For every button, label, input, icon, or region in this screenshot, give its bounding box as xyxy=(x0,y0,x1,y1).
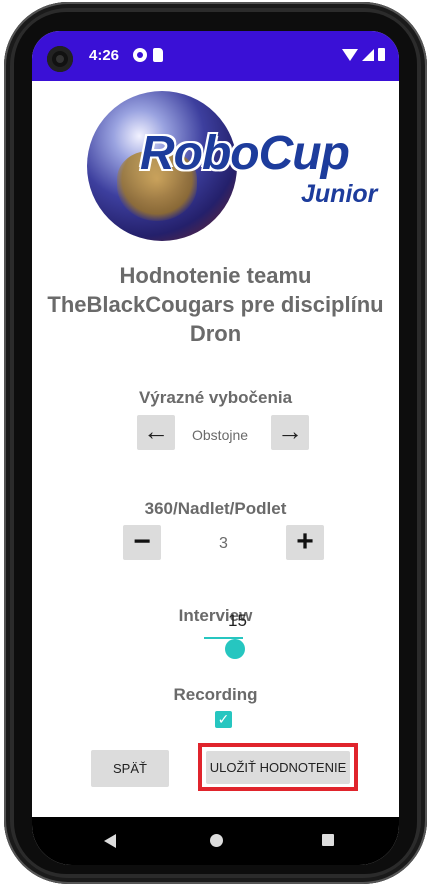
status-bar: 4:26 xyxy=(32,31,399,81)
interview-value: 15 xyxy=(228,611,247,630)
robocup-logo: RoboCup Junior xyxy=(87,91,377,241)
recording-label: Recording xyxy=(173,685,258,704)
recording-checkbox[interactable]: ✓ xyxy=(215,711,232,728)
deviations-next-button[interactable]: → xyxy=(271,415,309,450)
android-nav-bar xyxy=(32,817,399,865)
minus-icon: − xyxy=(133,525,151,558)
status-time: 4:26 xyxy=(89,47,120,64)
deviations-value: Obstojne xyxy=(192,427,249,443)
nav-home-icon[interactable] xyxy=(210,834,223,847)
wifi-icon xyxy=(342,48,358,61)
g-notification-icon xyxy=(133,48,147,62)
rotation-plus-button[interactable]: + xyxy=(286,525,324,560)
deviations-label: Výrazné vybočenia xyxy=(138,388,293,407)
logo-title: RoboCup xyxy=(140,127,350,180)
phone-frame: 4:26 RoboCup Junior Hodnotenie teamu The… xyxy=(0,0,431,887)
app-screen: 4:26 RoboCup Junior Hodnotenie teamu The… xyxy=(32,31,399,865)
logo-subtitle: Junior xyxy=(301,180,378,208)
nav-recents-icon[interactable] xyxy=(322,834,334,846)
front-camera-icon xyxy=(47,46,73,72)
interview-slider-thumb[interactable] xyxy=(225,639,245,659)
check-icon: ✓ xyxy=(217,711,230,727)
page-title: Hodnotenie teamu TheBlackCougars pre dis… xyxy=(47,263,384,346)
deviations-prev-button[interactable]: ← xyxy=(137,415,175,450)
plus-icon: + xyxy=(296,525,314,558)
signal-icon xyxy=(362,48,374,61)
nav-back-icon[interactable] xyxy=(104,834,116,848)
rotation-value: 3 xyxy=(219,535,228,552)
battery-icon xyxy=(378,48,385,61)
rotation-label: 360/Nadlet/Podlet xyxy=(144,499,287,518)
arrow-right-icon: → xyxy=(277,416,303,446)
sd-card-icon xyxy=(153,48,163,62)
save-rating-button[interactable]: ULOŽIŤ HODNOTENIE xyxy=(206,751,350,784)
rotation-minus-button[interactable]: − xyxy=(123,525,161,560)
arrow-left-icon: ← xyxy=(143,416,169,446)
status-right-icons xyxy=(342,48,385,61)
back-button[interactable]: SPÄŤ xyxy=(91,750,169,787)
